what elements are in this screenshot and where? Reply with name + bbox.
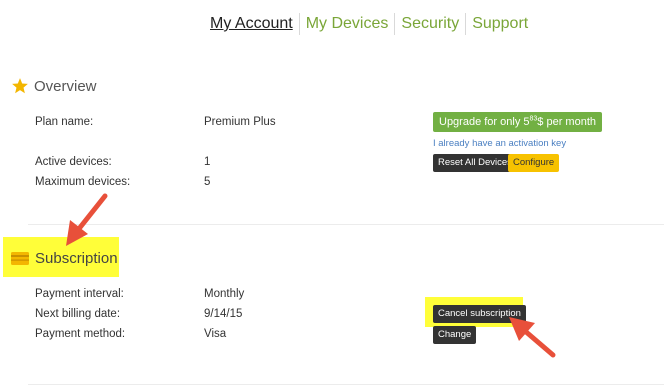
star-icon bbox=[12, 78, 28, 94]
activation-key-link[interactable]: I already have an activation key bbox=[433, 138, 566, 149]
plan-name-value: Premium Plus bbox=[204, 116, 276, 128]
top-navigation: My Account My Devices Security Support bbox=[204, 12, 534, 36]
nav-my-devices[interactable]: My Devices bbox=[298, 13, 395, 35]
subscription-header: Subscription bbox=[11, 250, 118, 267]
reset-all-devices-button[interactable]: Reset All Devices bbox=[433, 154, 517, 172]
plan-name-label: Plan name: bbox=[35, 116, 94, 128]
maximum-devices-label: Maximum devices: bbox=[35, 176, 131, 188]
upgrade-suffix: $ per month bbox=[537, 116, 596, 128]
next-billing-date-value: 9/14/15 bbox=[204, 308, 243, 320]
overview-title: Overview bbox=[34, 77, 97, 95]
active-devices-label: Active devices: bbox=[35, 156, 112, 168]
active-devices-value: 1 bbox=[204, 156, 211, 168]
change-payment-button[interactable]: Change bbox=[433, 326, 477, 344]
configure-button[interactable]: Configure bbox=[508, 154, 560, 172]
cancel-subscription-button[interactable]: Cancel subscription bbox=[433, 305, 526, 323]
nav-security[interactable]: Security bbox=[394, 13, 465, 35]
payment-interval-value: Monthly bbox=[204, 288, 245, 300]
maximum-devices-value: 5 bbox=[204, 176, 211, 188]
payment-method-value: Visa bbox=[204, 328, 227, 340]
payment-interval-label: Payment interval: bbox=[35, 288, 124, 300]
subscription-title: Subscription bbox=[35, 250, 118, 267]
next-billing-date-label: Next billing date: bbox=[35, 308, 121, 320]
credit-card-icon bbox=[11, 252, 29, 265]
upgrade-prefix: Upgrade for only 5 bbox=[439, 116, 530, 128]
nav-my-account[interactable]: My Account bbox=[204, 13, 299, 35]
payment-method-label: Payment method: bbox=[35, 328, 126, 340]
bottom-divider bbox=[28, 384, 664, 385]
section-divider bbox=[28, 224, 664, 225]
nav-support[interactable]: Support bbox=[465, 13, 534, 35]
upgrade-button[interactable]: Upgrade for only 583$ per month bbox=[433, 112, 602, 132]
overview-header: Overview bbox=[11, 77, 97, 95]
